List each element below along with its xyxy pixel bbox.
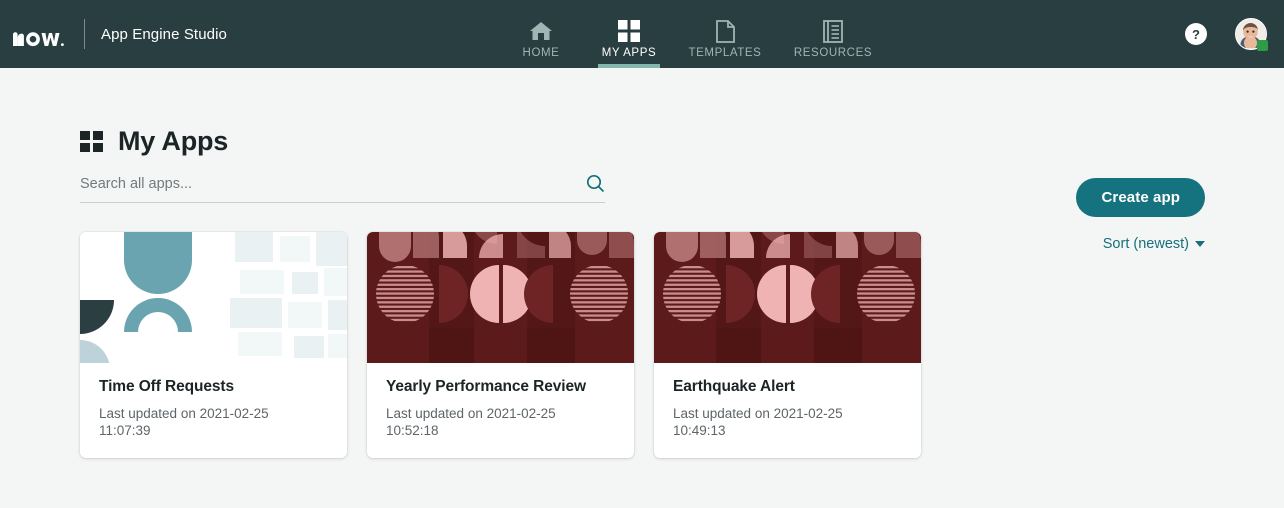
create-app-button[interactable]: Create app xyxy=(1076,178,1205,217)
home-icon xyxy=(529,18,553,44)
nav-label-templates: TEMPLATES xyxy=(688,47,762,59)
main-navigation: HOME MY APPS TEMPLATES RESOURCES xyxy=(497,0,889,68)
grid-icon xyxy=(618,18,640,44)
avatar[interactable] xyxy=(1235,18,1268,51)
search-bar xyxy=(80,174,605,203)
nav-item-resources[interactable]: RESOURCES xyxy=(777,0,889,68)
app-card-body: Time Off Requests Last updated on 2021-02… xyxy=(80,363,347,458)
nav-item-home[interactable]: HOME xyxy=(497,0,585,68)
main-content: My Apps Create app Sort (newest) Time Of… xyxy=(0,126,1284,458)
app-card-title: Yearly Performance Review xyxy=(386,378,586,395)
page-title: My Apps xyxy=(118,126,229,156)
sort-label: Sort (newest) xyxy=(1102,236,1189,252)
app-card[interactable]: Yearly Performance Review Last updated on… xyxy=(367,232,634,458)
app-card-last-updated: Last updated on 2021-02-25 10:49:13 xyxy=(673,406,843,438)
app-card-last-updated: Last updated on 2021-02-25 11:07:39 xyxy=(99,406,269,438)
app-card-thumbnail xyxy=(654,232,921,363)
nav-item-templates[interactable]: TEMPLATES xyxy=(673,0,777,68)
page-title-row: My Apps xyxy=(80,126,1284,157)
page-grid-icon xyxy=(80,130,104,154)
app-card[interactable]: Time Off Requests Last updated on 2021-02… xyxy=(80,232,347,458)
app-card-list: Time Off Requests Last updated on 2021-02… xyxy=(80,232,1284,458)
app-card-title: Earthquake Alert xyxy=(673,378,795,395)
document-icon xyxy=(715,18,735,44)
page-actions: Create app Sort (newest) xyxy=(1076,178,1205,252)
nav-label-resources: RESOURCES xyxy=(793,47,873,59)
app-card-thumbnail xyxy=(367,232,634,363)
brand: App Engine Studio xyxy=(0,19,227,49)
app-card-last-updated: Last updated on 2021-02-25 10:52:18 xyxy=(386,406,556,438)
chevron-down-icon xyxy=(1195,241,1205,247)
brand-divider xyxy=(84,19,85,49)
nav-label-my-apps: MY APPS xyxy=(601,47,657,59)
header-actions: ? xyxy=(1185,18,1268,51)
sort-dropdown[interactable]: Sort (newest) xyxy=(1103,236,1205,252)
app-card-thumbnail xyxy=(80,232,347,363)
presence-status-dot xyxy=(1257,40,1268,51)
search-icon[interactable] xyxy=(578,174,605,193)
app-title: App Engine Studio xyxy=(101,25,227,43)
nav-label-home: HOME xyxy=(522,47,560,59)
app-header: App Engine Studio HOME MY APPS TEMPLATES… xyxy=(0,0,1284,68)
servicenow-logo[interactable] xyxy=(12,21,66,47)
book-icon xyxy=(823,18,843,44)
nav-item-my-apps[interactable]: MY APPS xyxy=(585,0,673,68)
app-card-body: Earthquake Alert Last updated on 2021-02-… xyxy=(654,363,921,458)
search-input[interactable] xyxy=(80,175,578,192)
app-card-body: Yearly Performance Review Last updated on… xyxy=(367,363,634,458)
help-icon[interactable]: ? xyxy=(1185,23,1207,45)
app-card[interactable]: Earthquake Alert Last updated on 2021-02-… xyxy=(654,232,921,458)
app-card-title: Time Off Requests xyxy=(99,378,234,395)
